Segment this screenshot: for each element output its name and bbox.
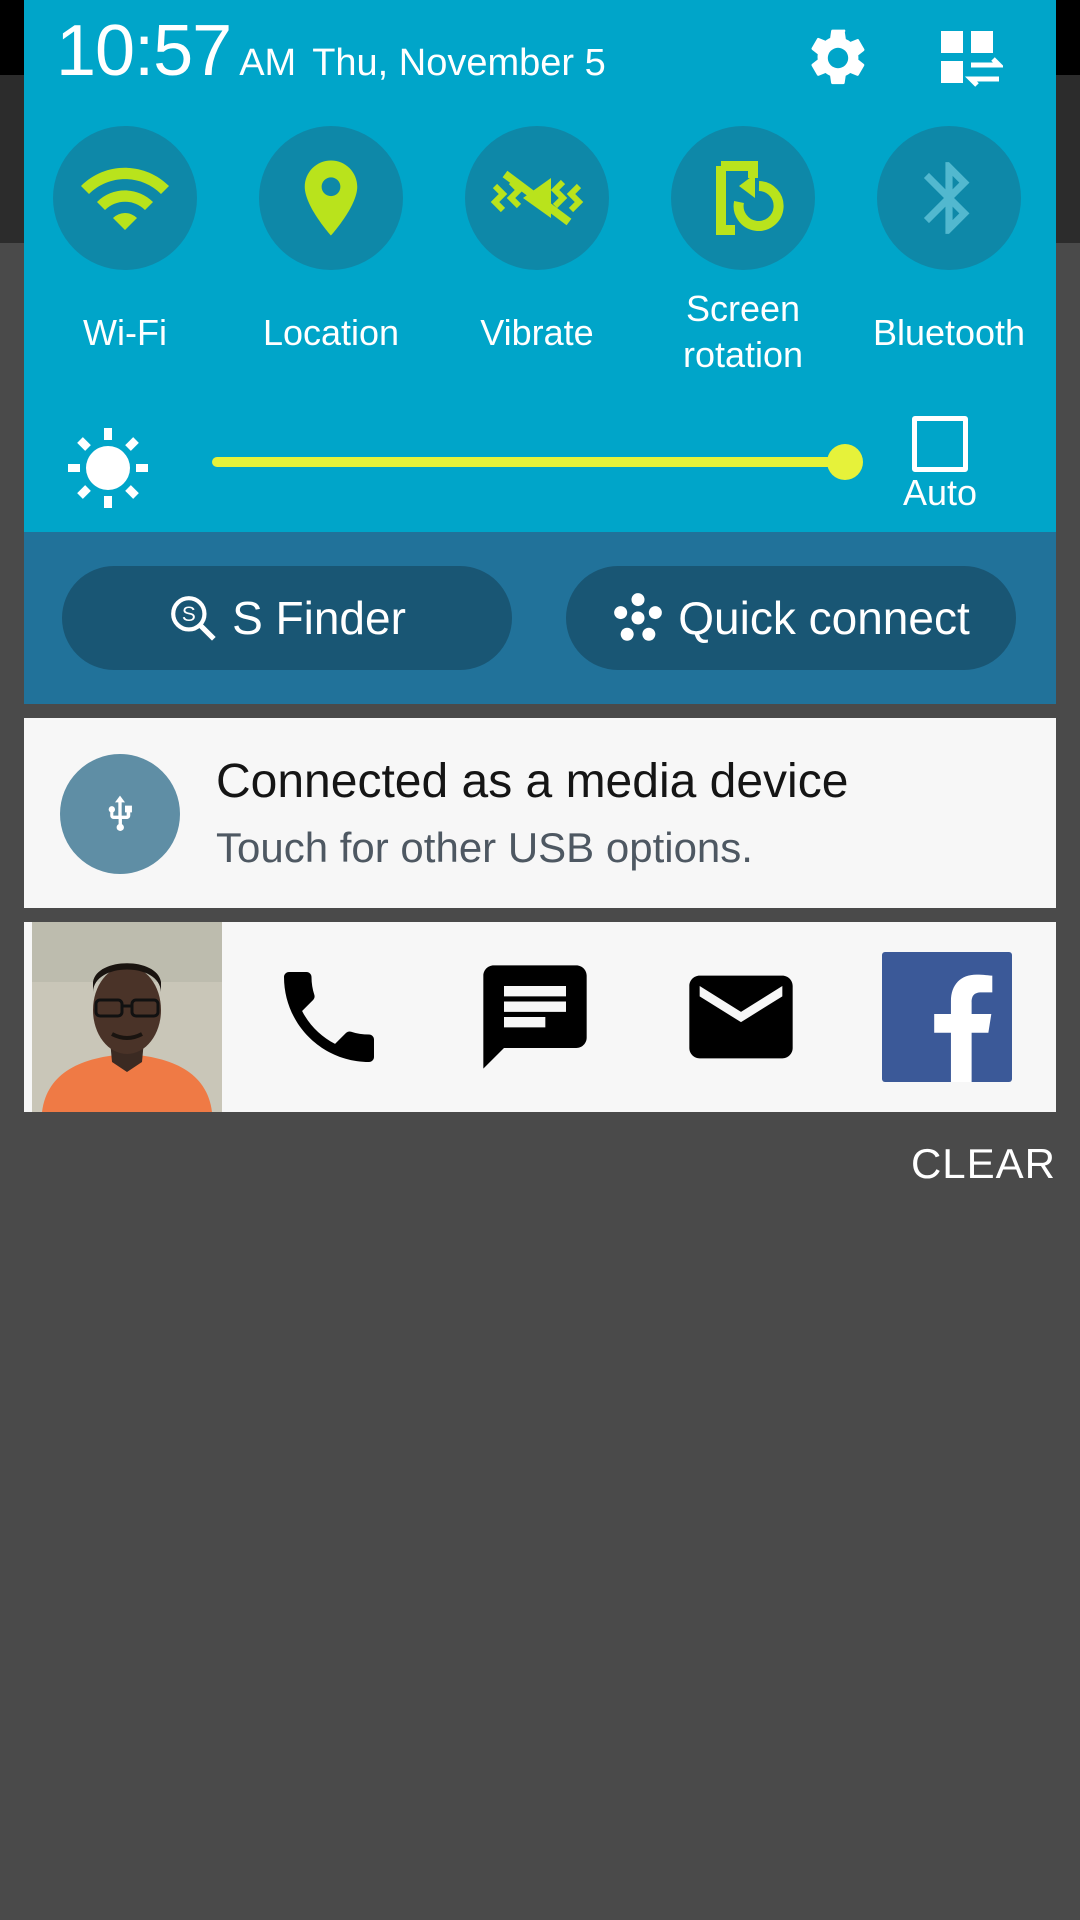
quick-settings-panel: 10:57 AM Thu, November 5 Wi-Fi Location …: [24, 0, 1056, 532]
usb-notification-title: Connected as a media device: [216, 755, 849, 808]
contact-notification: [24, 922, 1056, 1112]
gear-icon: [811, 29, 865, 85]
s-finder-button[interactable]: S S Finder: [62, 566, 512, 670]
toggle-bluetooth[interactable]: Bluetooth: [854, 126, 1044, 356]
toggle-wifi[interactable]: Wi-Fi: [30, 126, 220, 356]
phone-icon: [284, 972, 374, 1062]
s-finder-icon: S: [168, 593, 218, 643]
usb-notification-subtitle: Touch for other USB options.: [216, 824, 753, 871]
brightness-slider-track[interactable]: [212, 457, 847, 467]
screen-rotation-icon: [716, 161, 784, 235]
quick-connect-button[interactable]: Quick connect: [566, 566, 1016, 670]
clock-date: Thu, November 5: [312, 42, 606, 84]
email-button[interactable]: [676, 952, 806, 1082]
clock-time: 10:57: [56, 11, 232, 91]
clear-button[interactable]: CLEAR: [911, 1140, 1056, 1188]
clock-ampm: AM: [239, 42, 297, 84]
toggle-screen-rotation-label: Screen rotation: [682, 288, 804, 375]
svg-text:S: S: [182, 603, 196, 626]
vibrate-icon: [490, 170, 584, 226]
message-button[interactable]: [470, 952, 600, 1082]
usb-notification[interactable]: Connected as a media device Touch for ot…: [24, 718, 1056, 908]
message-icon: [483, 965, 587, 1069]
toggle-location[interactable]: Location: [236, 126, 426, 356]
s-finder-label: S Finder: [232, 592, 406, 644]
quick-connect-icon: [612, 592, 664, 644]
facebook-button[interactable]: [882, 952, 1012, 1082]
facebook-icon: [882, 952, 1012, 1082]
edit-toggles-button[interactable]: [930, 18, 1010, 98]
bluetooth-icon: [923, 162, 970, 234]
toggle-screen-rotation[interactable]: Screen rotation: [648, 126, 838, 378]
email-icon: [689, 975, 793, 1059]
toggle-vibrate-label: Vibrate: [480, 312, 594, 353]
auto-brightness-checkbox[interactable]: [912, 416, 968, 472]
toggle-wifi-label: Wi-Fi: [83, 312, 167, 353]
usb-icon-circle: [60, 754, 180, 874]
usb-icon: [108, 795, 132, 831]
brightness-icon: [68, 428, 148, 508]
toggle-location-label: Location: [262, 312, 400, 353]
avatar: [32, 922, 222, 1112]
call-button[interactable]: [264, 952, 394, 1082]
clock: 10:57 AM Thu, November 5: [56, 10, 606, 92]
quick-connect-label: Quick connect: [678, 592, 970, 644]
auto-brightness-label: Auto: [902, 472, 978, 513]
toggle-bluetooth-label: Bluetooth: [872, 312, 1026, 353]
settings-button[interactable]: [798, 18, 878, 98]
wifi-icon: [81, 167, 169, 230]
location-pin-icon: [304, 160, 358, 236]
toggle-vibrate[interactable]: Vibrate: [442, 126, 632, 356]
brightness-slider-thumb[interactable]: [827, 444, 863, 480]
contact-photo[interactable]: [32, 922, 222, 1112]
edit-toggles-icon: [941, 31, 1003, 87]
